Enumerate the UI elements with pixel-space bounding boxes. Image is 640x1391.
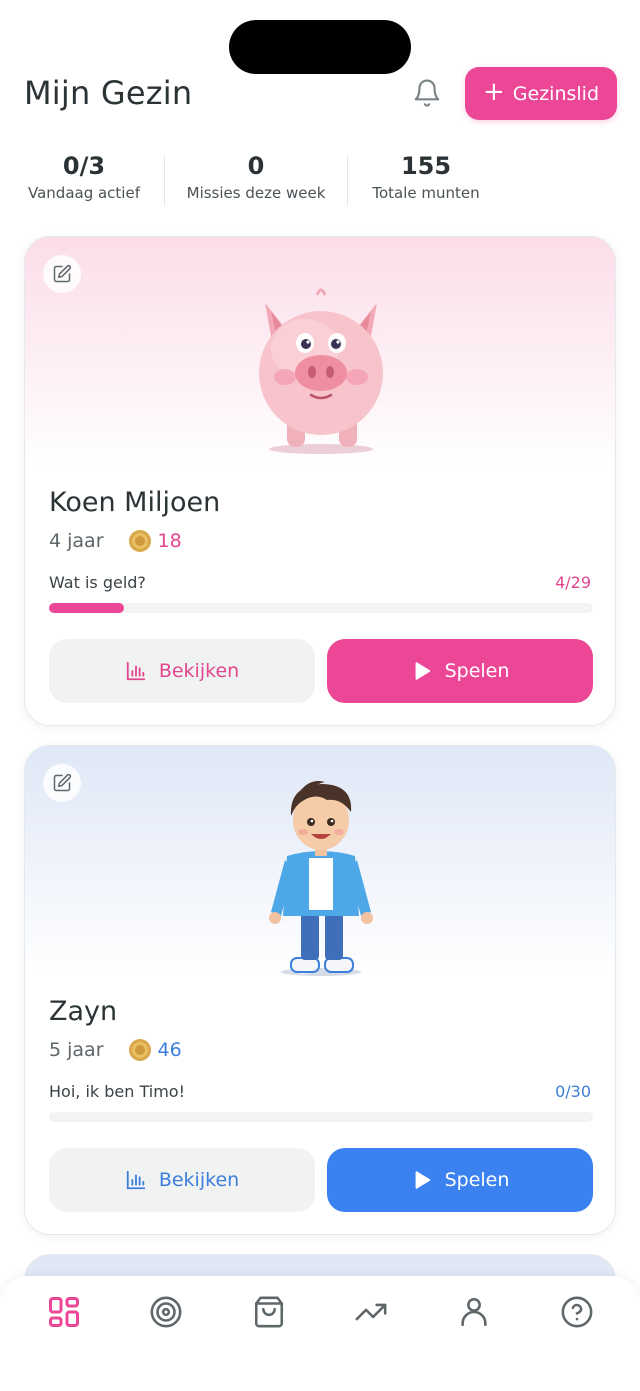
page-title: Mijn Gezin [24, 74, 193, 112]
stat-label: Vandaag actief [28, 184, 140, 202]
play-icon [415, 662, 430, 680]
piggy-bank-avatar [259, 288, 383, 454]
view-button[interactable]: Bekijken [49, 639, 315, 703]
progress-text: 4/29 [555, 573, 591, 592]
member-name: Koen Miljoen [49, 487, 221, 518]
member-card[interactable]: Koen Miljoen 4 jaar 18 Wat is geld? 4/29… [24, 236, 616, 726]
progress-text: 0/30 [555, 1082, 591, 1101]
edit-icon[interactable] [43, 764, 81, 802]
camera-notch [229, 20, 411, 74]
help-icon[interactable] [557, 1292, 597, 1332]
view-button[interactable]: Bekijken [49, 1148, 315, 1212]
plus-icon: + [482, 77, 505, 107]
dashboard-icon[interactable] [44, 1292, 84, 1332]
boy-character-avatar [269, 781, 373, 976]
member-meta: 5 jaar 46 [49, 1038, 182, 1062]
stat-active-today: 0/3 Vandaag actief [24, 150, 144, 210]
play-button[interactable]: Spelen [327, 639, 593, 703]
bottom-tab-bar [0, 1276, 640, 1391]
add-family-member-button[interactable]: + Gezinslid [465, 67, 617, 120]
play-icon [415, 1171, 430, 1189]
play-label: Spelen [444, 1169, 510, 1191]
view-label: Bekijken [158, 1169, 240, 1191]
progress-bar [49, 603, 593, 613]
profile-icon[interactable] [454, 1292, 494, 1332]
play-label: Spelen [444, 660, 510, 682]
stat-value: 0 [247, 152, 265, 180]
member-age: 5 jaar [49, 1039, 104, 1061]
member-meta: 4 jaar 18 [49, 529, 182, 553]
current-mission: Wat is geld? [49, 573, 146, 592]
bar-chart-icon [126, 1170, 145, 1190]
view-label: Bekijken [158, 660, 240, 682]
member-age: 4 jaar [49, 530, 104, 552]
play-button[interactable]: Spelen [327, 1148, 593, 1212]
progress-fill [49, 603, 125, 613]
stat-label: Totale munten [372, 184, 480, 202]
stat-missions-week: 0 Missies deze week [165, 150, 347, 210]
add-family-member-label: Gezinslid [512, 82, 600, 105]
coin-icon [128, 530, 151, 552]
bell-icon[interactable] [412, 78, 442, 108]
bar-chart-icon [126, 661, 145, 681]
shop-bag-icon[interactable] [249, 1292, 289, 1332]
stats-row: 0/3 Vandaag actief 0 Missies deze week 1… [24, 150, 504, 210]
current-mission: Hoi, ik ben Timo! [49, 1082, 185, 1101]
stat-value: 155 [400, 152, 452, 180]
progress-bar [49, 1112, 593, 1122]
edit-icon[interactable] [43, 255, 81, 293]
coin-icon [128, 1039, 151, 1061]
stat-value: 0/3 [62, 152, 106, 180]
member-name: Zayn [49, 996, 118, 1027]
trending-up-icon[interactable] [351, 1292, 391, 1332]
stat-label: Missies deze week [186, 184, 326, 202]
member-card[interactable]: Zayn 5 jaar 46 Hoi, ik ben Timo! 0/30 Be… [24, 745, 616, 1235]
target-icon[interactable] [146, 1292, 186, 1332]
member-coins: 46 [157, 1039, 182, 1061]
header: Mijn Gezin + Gezinslid [24, 67, 617, 120]
member-coins: 18 [157, 530, 182, 552]
stat-total-coins: 155 Totale munten [348, 150, 504, 210]
